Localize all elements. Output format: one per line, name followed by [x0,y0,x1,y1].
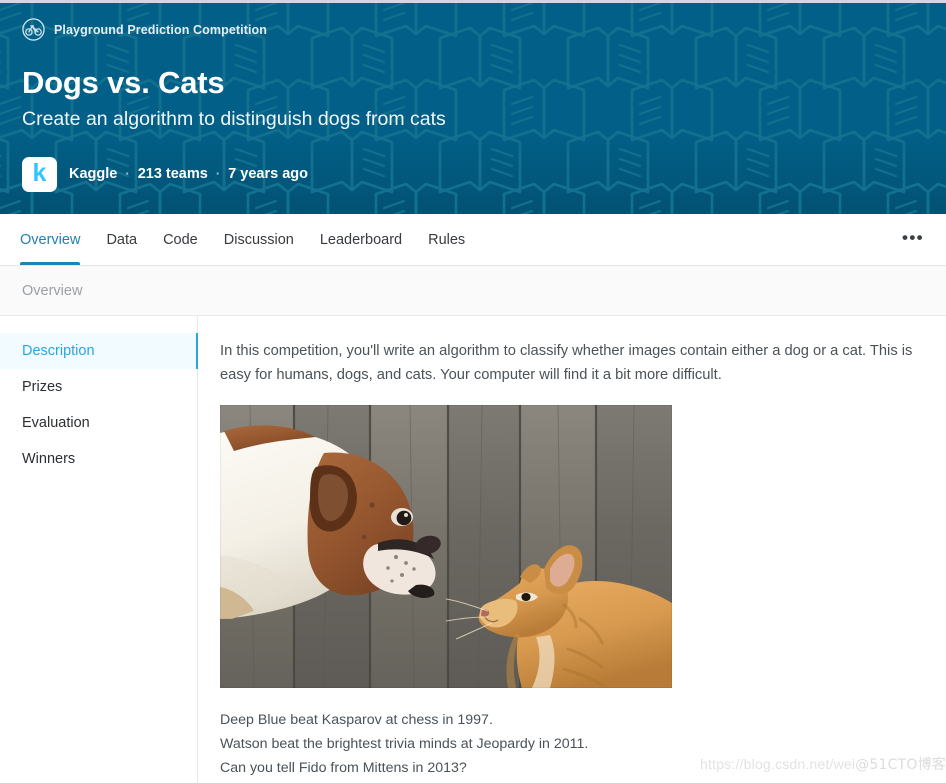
caption-line-1: Deep Blue beat Kasparov at chess in 1997… [220,711,493,728]
ellipsis-icon[interactable]: ••• [898,214,928,265]
competition-meta: k Kaggle · 213 teams · 7 years ago [22,156,924,192]
tab-data-label: Data [106,231,138,248]
competition-hero-header: Playground Prediction Competition Dogs v… [0,0,946,214]
avatar: k [22,156,57,192]
tabbar-spacer [478,214,898,265]
breadcrumb: Overview [0,266,946,316]
hero-top-edge [0,0,946,3]
sidebar-item-description[interactable]: Description [0,333,198,369]
tab-discussion[interactable]: Discussion [211,214,307,265]
sidebar-item-evaluation[interactable]: Evaluation [0,405,197,441]
tab-leaderboard[interactable]: Leaderboard [307,214,415,265]
description-intro-paragraph: In this competition, you'll write an alg… [220,343,913,383]
sidebar-item-winners-label: Winners [22,451,76,467]
sidebar-item-evaluation-label: Evaluation [22,415,90,431]
sidebar-item-prizes-label: Prizes [22,379,63,395]
meta-separator-1: · [125,165,130,181]
tab-data[interactable]: Data [93,214,150,265]
sidebar-item-winners[interactable]: Winners [0,441,197,477]
caption-line-3: Can you tell Fido from Mittens in 2013? [220,760,467,777]
tab-list: Overview Data Code Discussion Leaderboar… [20,214,478,265]
tab-code[interactable]: Code [150,214,211,265]
tab-discussion-label: Discussion [223,231,294,248]
breadcrumb-current: Overview [22,282,83,299]
overview-content: In this competition, you'll write an alg… [198,316,946,783]
page-subtitle: Create an algorithm to distinguish dogs … [22,108,446,131]
organizer-name[interactable]: Kaggle [69,166,117,182]
tab-rules-label: Rules [428,231,466,248]
sidebar-item-description-label: Description [22,343,95,359]
competition-age: 7 years ago [228,166,308,183]
overview-body: Description Prizes Evaluation Winners In… [0,316,946,783]
sidebar-item-prizes[interactable]: Prizes [0,369,197,405]
tab-leaderboard-label: Leaderboard [319,231,403,248]
meta-separator-2: · [215,165,221,181]
tab-code-label: Code [163,231,198,248]
tab-rules[interactable]: Rules [415,214,478,265]
description-caption-block: Deep Blue beat Kasparov at chess in 1997… [220,708,924,781]
tab-overview[interactable]: Overview [20,214,93,265]
teams-count: 213 teams [137,166,208,183]
avatar-letter: k [32,158,47,187]
dog-and-cat-illustration [220,404,672,688]
overview-sidebar: Description Prizes Evaluation Winners [0,316,198,783]
caption-line-2: Watson beat the brightest trivia minds a… [220,736,589,753]
competition-type-label: Playground Prediction Competition [54,22,268,37]
competition-tabbar: Overview Data Code Discussion Leaderboar… [0,214,946,266]
bicycle-icon [22,18,45,41]
dog-and-cat-photo [220,404,672,688]
page-title: Dogs vs. Cats [22,65,225,100]
tab-overview-label: Overview [20,231,81,248]
competition-type-badge: Playground Prediction Competition [22,0,924,41]
